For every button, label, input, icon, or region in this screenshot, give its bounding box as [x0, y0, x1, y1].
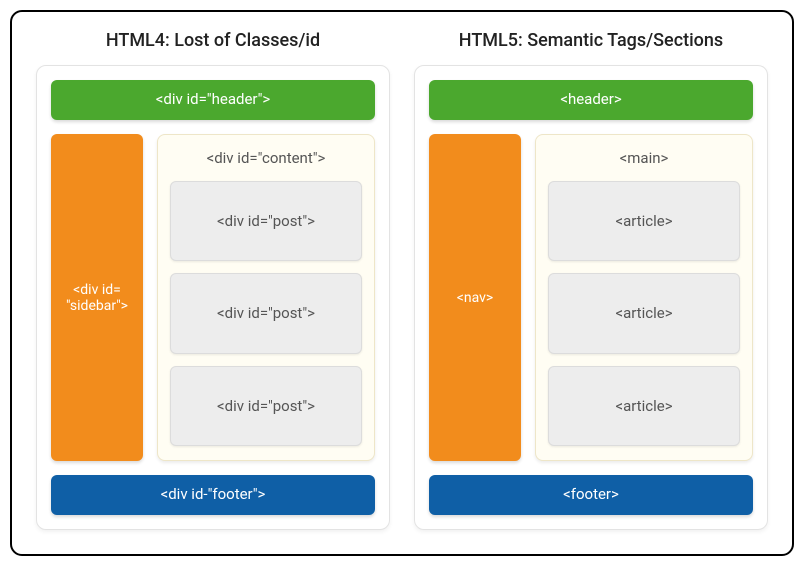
html5-post-3: <article> — [548, 366, 740, 446]
html4-panel: <div id="header"> <div id= "sidebar"> <d… — [36, 65, 390, 530]
html4-footer-block: <div id-"footer"> — [51, 475, 375, 515]
html5-sidebar-label: <nav> — [457, 290, 493, 306]
html4-post-2: <div id="post"> — [170, 273, 362, 353]
html4-content-title: <div id="content"> — [170, 149, 362, 167]
html5-panel: <header> <nav> <main> <article> <article… — [414, 65, 768, 530]
html5-content-block: <main> <article> <article> <article> — [535, 134, 753, 461]
html4-column: HTML4: Lost of Classes/id <div id="heade… — [36, 30, 390, 530]
html5-middle-row: <nav> <main> <article> <article> <articl… — [429, 134, 753, 461]
html4-middle-row: <div id= "sidebar"> <div id="content"> <… — [51, 134, 375, 461]
html5-footer-block: <footer> — [429, 475, 753, 515]
html5-column: HTML5: Semantic Tags/Sections <header> <… — [414, 30, 768, 530]
diagram-canvas: HTML4: Lost of Classes/id <div id="heade… — [10, 10, 794, 556]
html4-content-block: <div id="content"> <div id="post"> <div … — [157, 134, 375, 461]
html5-content-title: <main> — [548, 149, 740, 167]
html5-sidebar-block: <nav> — [429, 134, 521, 461]
html4-title: HTML4: Lost of Classes/id — [36, 30, 390, 51]
html4-header-block: <div id="header"> — [51, 80, 375, 120]
html5-title: HTML5: Semantic Tags/Sections — [414, 30, 768, 51]
html4-post-3: <div id="post"> — [170, 366, 362, 446]
html4-sidebar-label: <div id= "sidebar"> — [66, 282, 128, 314]
html4-sidebar-block: <div id= "sidebar"> — [51, 134, 143, 461]
html4-post-1: <div id="post"> — [170, 181, 362, 261]
html5-post-1: <article> — [548, 181, 740, 261]
html5-post-2: <article> — [548, 273, 740, 353]
html5-header-block: <header> — [429, 80, 753, 120]
